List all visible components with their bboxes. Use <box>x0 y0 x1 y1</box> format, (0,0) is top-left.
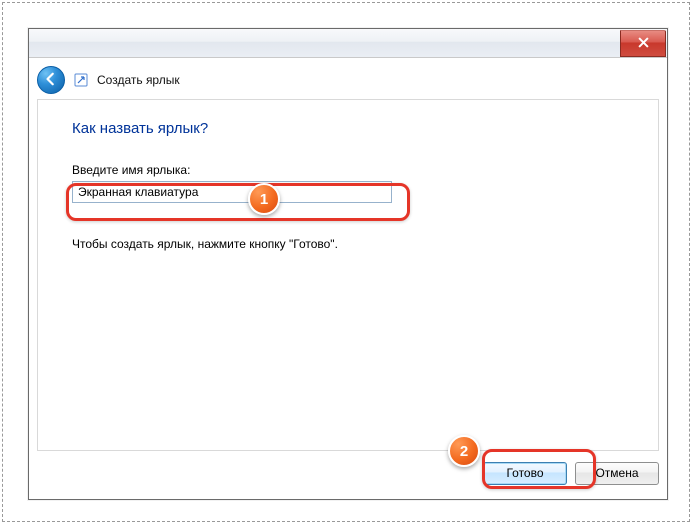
back-button[interactable] <box>37 66 65 94</box>
close-button[interactable] <box>620 30 666 57</box>
wizard-window: Создать ярлык Как назвать ярлык? Введите… <box>28 28 668 500</box>
footer: Готово Отмена <box>37 455 659 491</box>
close-icon <box>637 37 650 51</box>
input-label: Введите имя ярлыка: <box>72 163 624 177</box>
finish-button[interactable]: Готово <box>483 462 567 485</box>
content-panel: Как назвать ярлык? Введите имя ярлыка: Ч… <box>37 99 659 451</box>
header: Создать ярлык <box>29 58 667 96</box>
wizard-title: Создать ярлык <box>97 73 180 87</box>
shortcut-name-input[interactable] <box>72 181 392 203</box>
titlebar <box>29 29 667 58</box>
cancel-button[interactable]: Отмена <box>575 462 659 485</box>
hint-text: Чтобы создать ярлык, нажмите кнопку "Гот… <box>72 237 624 251</box>
shortcut-icon <box>73 72 89 88</box>
page-heading: Как назвать ярлык? <box>72 120 624 137</box>
back-arrow-icon <box>44 72 58 89</box>
